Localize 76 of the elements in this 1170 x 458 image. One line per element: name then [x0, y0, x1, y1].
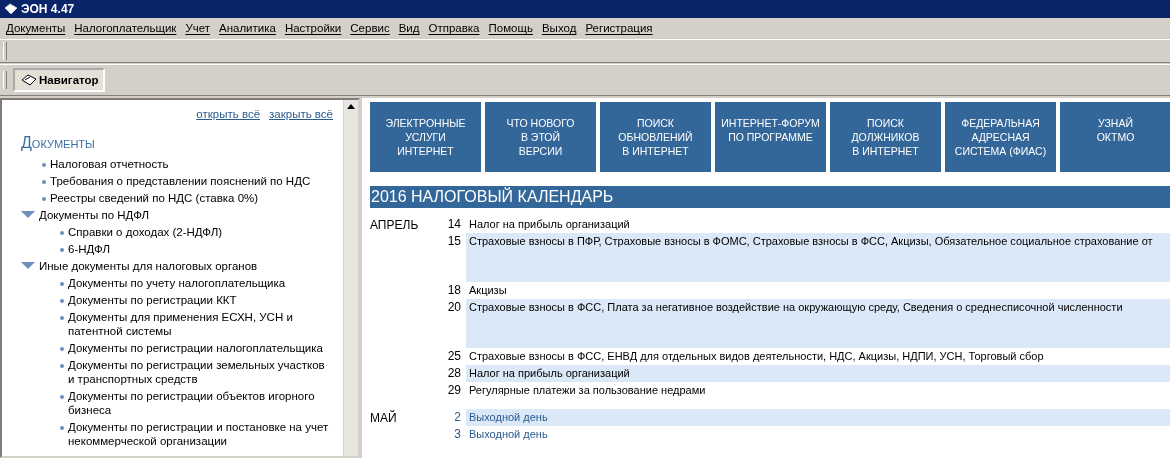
- tree-item[interactable]: Документы по регистрации и постановке на учет некоммерческой организации: [68, 420, 333, 448]
- bullet-icon: [60, 299, 64, 303]
- month-label: МАЙ: [370, 411, 397, 425]
- link[interactable]: закрыть всё: [269, 108, 333, 120]
- tree-item[interactable]: Налоговая отчетность: [50, 157, 169, 171]
- day-number: 14: [446, 216, 462, 233]
- tree-item[interactable]: Документы по учету налогоплательщика: [68, 276, 286, 290]
- bullet-icon: [60, 316, 64, 320]
- window-title: ЭОН 4.47: [21, 2, 75, 16]
- bullet-icon: [60, 248, 64, 252]
- day-number: 2: [453, 409, 462, 426]
- bullet-icon: [42, 197, 46, 201]
- calendar-entry[interactable]: Выходной день: [466, 409, 1170, 426]
- bullet-icon: [60, 347, 64, 351]
- tree-item[interactable]: Документы по регистрации земельных участков и транспортных средств: [68, 358, 333, 386]
- expand-triangle-icon[interactable]: [21, 262, 35, 270]
- menu-item[interactable]: Сервис: [350, 22, 390, 34]
- diamond-icon: [21, 74, 37, 86]
- bullet-icon: [60, 395, 64, 399]
- tile-button[interactable]: ИНТЕРНЕТ-ФОРУМ ПО ПРОГРАММЕ: [715, 102, 826, 172]
- tree-item[interactable]: Документы по регистрации объектов игорного бизнеса: [68, 389, 333, 417]
- menu-item[interactable]: Документы: [6, 22, 66, 34]
- calendar-entry[interactable]: Страховые взносы в ФСС, ЕНВД для отдельных видов деятельности, НДС, Акцизы, НДПИ, УСН, Торговый сбор: [466, 348, 1170, 365]
- diamond-icon: [4, 3, 18, 15]
- bullet-icon: [60, 282, 64, 286]
- bullet-icon: [42, 163, 46, 167]
- menu-item[interactable]: Вид: [398, 22, 420, 34]
- tree-item[interactable]: Документы для применения ЕСХН, УСН и патентной системы: [68, 310, 333, 338]
- link[interactable]: открыть всё: [196, 108, 261, 120]
- menu-item[interactable]: Учет: [185, 22, 210, 34]
- tile-button[interactable]: ФЕДЕРАЛЬНАЯ АДРЕСНАЯ СИСТЕМА (ФИАС): [945, 102, 1056, 172]
- tile-button[interactable]: ЧТО НОВОГО В ЭТОЙ ВЕРСИИ: [485, 102, 596, 172]
- calendar-entry[interactable]: Регулярные платежи за пользование недрами: [466, 382, 1170, 399]
- day-number: 20: [446, 299, 462, 316]
- tree-group-label[interactable]: Документы по НДФЛ: [39, 208, 150, 222]
- calendar-entry[interactable]: Страховые взносы в ПФР, Страховые взносы в ФОМС, Страховые взносы в ФСС, Акцизы, Обязательное социальное страхование от: [466, 233, 1170, 282]
- day-number: 28: [446, 365, 462, 382]
- menu-item[interactable]: Регистрация: [585, 22, 653, 34]
- calendar-entry[interactable]: Налог на прибыль организаций: [466, 216, 1170, 233]
- menu-item[interactable]: Настройки: [284, 22, 342, 34]
- expand-triangle-icon[interactable]: [21, 211, 35, 219]
- tree-item[interactable]: Реестры сведений по НДС (ставка 0%): [50, 191, 259, 205]
- tree-item[interactable]: Документы по регистрации налогоплательщика: [68, 341, 323, 355]
- bullet-icon: [60, 364, 64, 368]
- calendar-entry[interactable]: Налог на прибыль организаций: [466, 365, 1170, 382]
- day-number: 29: [446, 382, 462, 399]
- menu-item[interactable]: Аналитика: [219, 22, 276, 34]
- bullet-icon: [60, 426, 64, 430]
- day-number: 3: [453, 426, 462, 443]
- tile-button[interactable]: ПОИСК ДОЛЖНИКОВ В ИНТЕРНЕТ: [830, 102, 941, 172]
- tile-button[interactable]: ПОИСК ОБНОВЛЕНИЙ В ИНТЕРНЕТ: [600, 102, 711, 172]
- navigator-tab[interactable]: Навигатор: [13, 68, 105, 92]
- month-label: АПРЕЛЬ: [370, 218, 419, 232]
- calendar-entry[interactable]: Выходной день: [466, 426, 1170, 443]
- day-number: 25: [446, 348, 462, 365]
- day-number: 15: [446, 233, 462, 250]
- scrollbar[interactable]: [343, 100, 358, 456]
- menu-item[interactable]: Отправка: [428, 22, 480, 34]
- tree-item[interactable]: Документы по регистрации ККТ: [68, 293, 237, 307]
- menu-item[interactable]: Выход: [541, 22, 577, 34]
- tree-group-label[interactable]: Иные документы для налоговых органов: [39, 259, 258, 273]
- scroll-up-arrow-icon[interactable]: [347, 104, 355, 109]
- tile-button[interactable]: УЗНАЙ ОКТМО: [1060, 102, 1170, 172]
- bullet-icon: [60, 231, 64, 235]
- calendar-header: 2016 НАЛОГОВЫЙ КАЛЕНДАРЬ: [370, 186, 1170, 208]
- section-heading: Документы: [21, 134, 96, 152]
- menu-item[interactable]: Налогоплательщик: [74, 22, 177, 34]
- menu-item[interactable]: Помощь: [488, 22, 533, 34]
- tree-item[interactable]: Требования о представлении пояснений по НДС: [50, 174, 311, 188]
- day-number: 18: [446, 282, 462, 299]
- tile-button[interactable]: ЭЛЕКТРОННЫЕ УСЛУГИ ИНТЕРНЕТ: [370, 102, 481, 172]
- calendar-entry[interactable]: Страховые взносы в ФСС, Плата за негативное воздействие на окружающую среду, Сведения о среднесписочной численности: [466, 299, 1170, 348]
- calendar-entry[interactable]: Акцизы: [466, 282, 1170, 299]
- tree-item[interactable]: Справки о доходах (2-НДФЛ): [68, 225, 223, 239]
- tree-item[interactable]: 6-НДФЛ: [68, 242, 110, 256]
- bullet-icon: [42, 180, 46, 184]
